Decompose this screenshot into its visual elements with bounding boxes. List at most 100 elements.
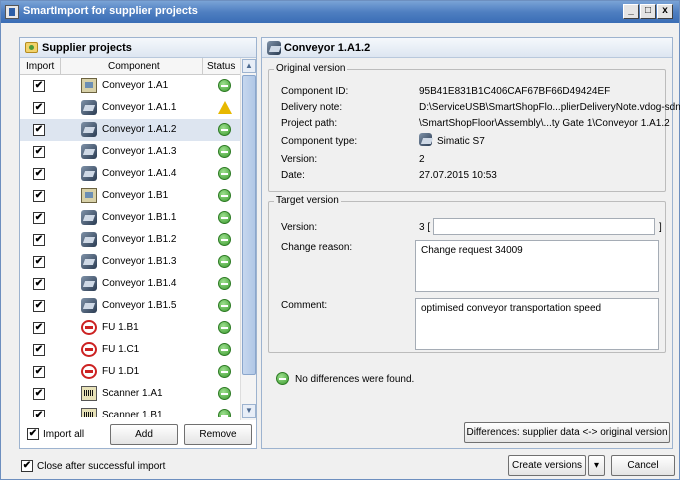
ok-status-icon [218, 189, 231, 202]
plc-icon [81, 298, 97, 313]
component-row[interactable]: ✔ Conveyor 1.B1.2 [20, 229, 240, 251]
column-import[interactable]: Import [26, 61, 54, 72]
change-reason-field[interactable]: Change request 34009 [415, 240, 659, 292]
ok-status-icon [218, 365, 231, 378]
fu-icon [81, 342, 97, 357]
app-icon [5, 5, 19, 19]
simatic-icon [419, 133, 432, 146]
create-versions-dropdown[interactable]: ▾ [588, 455, 605, 476]
warning-status-icon [218, 101, 232, 114]
fu-icon [81, 320, 97, 335]
import-checkbox[interactable]: ✔ [33, 168, 45, 180]
import-checkbox[interactable]: ✔ [33, 124, 45, 136]
component-row[interactable]: ✔ FU 1.C1 [20, 339, 240, 361]
project-path-value: \SmartShopFloor\Assembly\...ty Gate 1\Co… [419, 118, 670, 129]
cancel-button[interactable]: Cancel [611, 455, 675, 476]
column-component[interactable]: Component [108, 61, 160, 72]
target-version-label: Version: [281, 222, 318, 233]
target-version-legend: Target version [274, 195, 341, 206]
component-label: Scanner 1.A1 [102, 388, 163, 399]
component-row[interactable]: ✔ Conveyor 1.A1 [20, 75, 240, 97]
minimize-button[interactable]: _ [623, 4, 639, 19]
ok-status-icon [218, 211, 231, 224]
import-checkbox[interactable]: ✔ [33, 366, 45, 378]
component-row[interactable]: ✔ Scanner 1.B1 [20, 405, 240, 417]
target-version-input[interactable] [433, 218, 655, 235]
close-after-import-checkbox[interactable]: ✔ [21, 460, 33, 472]
comment-field[interactable]: optimised conveyor transportation speed [415, 298, 659, 350]
close-after-import-label: Close after successful import [37, 461, 166, 472]
component-row[interactable]: ✔ Conveyor 1.B1 [20, 185, 240, 207]
import-checkbox[interactable]: ✔ [33, 256, 45, 268]
differences-button[interactable]: Differences: supplier data <-> original … [464, 422, 670, 443]
component-label: Conveyor 1.B1.5 [102, 300, 177, 311]
component-row[interactable]: ✔ Conveyor 1.B1.5 [20, 295, 240, 317]
plc-icon [81, 100, 97, 115]
component-label: Conveyor 1.B1.2 [102, 234, 177, 245]
import-checkbox[interactable]: ✔ [33, 212, 45, 224]
close-button[interactable]: x [657, 4, 673, 19]
plc-icon [81, 166, 97, 181]
scroll-down-icon[interactable]: ▼ [242, 404, 256, 418]
maximize-button[interactable]: □ [640, 4, 656, 19]
smartimport-window: SmartImport for supplier projects _ □ x … [0, 0, 680, 480]
plc-icon [267, 41, 281, 55]
ok-status-icon [218, 277, 231, 290]
component-row[interactable]: ✔ Conveyor 1.B1.1 [20, 207, 240, 229]
ok-status-icon [218, 299, 231, 312]
import-checkbox[interactable]: ✔ [33, 344, 45, 356]
component-row[interactable]: ✔ Conveyor 1.A1.4 [20, 163, 240, 185]
list-scrollbar[interactable]: ▲ ▼ [240, 58, 256, 420]
import-checkbox[interactable]: ✔ [33, 234, 45, 246]
component-row[interactable]: ✔ Conveyor 1.A1.1 [20, 97, 240, 119]
date-label: Date: [281, 170, 305, 181]
component-row[interactable]: ✔ FU 1.D1 [20, 361, 240, 383]
date-value: 27.07.2015 10:53 [419, 170, 497, 181]
component-row[interactable]: ✔ Scanner 1.A1 [20, 383, 240, 405]
scanner-icon [81, 408, 97, 417]
component-row[interactable]: ✔ FU 1.B1 [20, 317, 240, 339]
plc-icon [81, 232, 97, 247]
column-status[interactable]: Status [207, 61, 235, 72]
import-checkbox[interactable]: ✔ [33, 278, 45, 290]
ok-status-icon [218, 387, 231, 400]
component-detail-header: Conveyor 1.A1.2 [262, 38, 672, 58]
panel-icon [81, 188, 97, 203]
scroll-up-icon[interactable]: ▲ [242, 59, 256, 73]
target-version-group: Target version Version: 3 [ ] Change rea… [268, 195, 666, 353]
plc-icon [81, 254, 97, 269]
project-path-label: Project path: [281, 118, 338, 129]
import-checkbox[interactable]: ✔ [33, 102, 45, 114]
import-checkbox[interactable]: ✔ [33, 410, 45, 417]
delivery-note-value: D:\ServiceUSB\SmartShopFlo...plierDelive… [419, 102, 680, 113]
import-checkbox[interactable]: ✔ [33, 146, 45, 158]
ok-status-icon [218, 167, 231, 180]
component-type-label: Component type: [281, 136, 358, 147]
component-row[interactable]: ✔ Conveyor 1.B1.3 [20, 251, 240, 273]
panel-icon [81, 78, 97, 93]
component-row[interactable]: ✔ Conveyor 1.B1.4 [20, 273, 240, 295]
import-all-label: Import all [43, 429, 85, 440]
scroll-thumb[interactable] [242, 75, 256, 375]
import-checkbox[interactable]: ✔ [33, 300, 45, 312]
column-separator[interactable] [60, 58, 61, 75]
remove-button[interactable]: Remove [184, 424, 252, 445]
import-checkbox[interactable]: ✔ [33, 388, 45, 400]
fu-icon [81, 364, 97, 379]
ok-status-icon [218, 79, 231, 92]
component-row[interactable]: ✔ Conveyor 1.A1.3 [20, 141, 240, 163]
import-checkbox[interactable]: ✔ [33, 80, 45, 92]
create-versions-button[interactable]: Create versions [508, 455, 586, 476]
plc-icon [81, 210, 97, 225]
component-label: Conveyor 1.A1 [102, 80, 169, 91]
column-separator[interactable] [202, 58, 203, 75]
import-checkbox[interactable]: ✔ [33, 322, 45, 334]
component-label: Conveyor 1.B1.4 [102, 278, 177, 289]
ok-status-icon [218, 409, 231, 417]
add-button[interactable]: Add [110, 424, 178, 445]
import-checkbox[interactable]: ✔ [33, 190, 45, 202]
component-label: Conveyor 1.B1 [102, 190, 169, 201]
import-all-checkbox[interactable]: ✔ [27, 428, 39, 440]
component-label: Scanner 1.B1 [102, 410, 163, 417]
component-row[interactable]: ✔ Conveyor 1.A1.2 [20, 119, 240, 141]
